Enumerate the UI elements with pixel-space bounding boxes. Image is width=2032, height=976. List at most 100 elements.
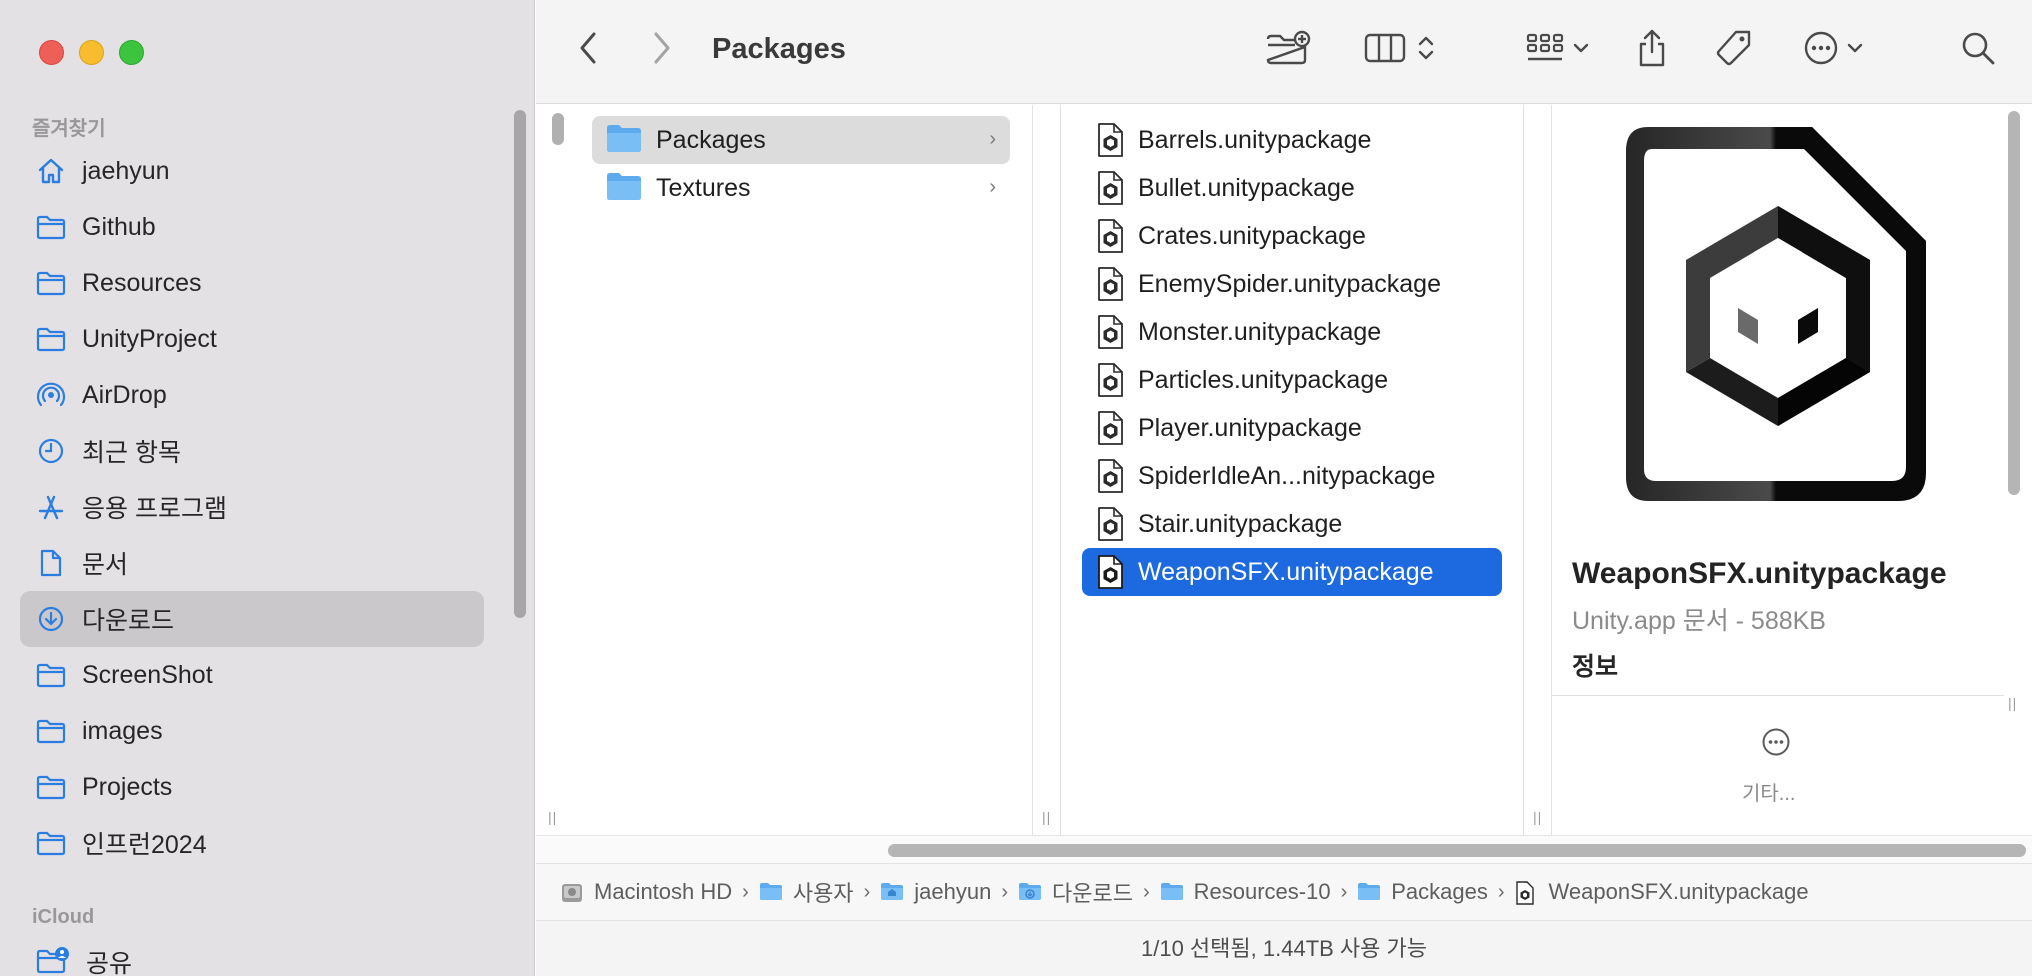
breadcrumb-separator: ›	[1001, 880, 1008, 903]
view-mode-button[interactable]	[1354, 30, 1444, 70]
file-row[interactable]: SpiderIdleAn...nitypackage	[1082, 452, 1502, 500]
file-name: Bullet.unitypackage	[1138, 173, 1355, 202]
airdrop-icon	[36, 380, 66, 410]
group-icon	[1525, 32, 1565, 69]
column-resize-grip[interactable]: ||	[548, 809, 557, 825]
unity-file-icon	[1096, 554, 1124, 590]
zoom-window-button[interactable]	[119, 40, 144, 65]
sidebar-item-jaehyun[interactable]: jaehyun	[20, 143, 484, 199]
file-row[interactable]: Player.unitypackage	[1082, 404, 1502, 452]
sidebar-item-unityproject[interactable]: UnityProject	[20, 311, 484, 367]
column-resize-grip[interactable]: ||	[1533, 809, 1542, 825]
sidebar-item-inflearn2024[interactable]: 인프런2024	[20, 815, 484, 871]
more-actions-icon	[1803, 30, 1839, 71]
file-row[interactable]: Barrels.unitypackage	[1082, 116, 1502, 164]
sidebar-item-airdrop[interactable]: AirDrop	[20, 367, 484, 423]
breadcrumb-item[interactable]: jaehyun	[880, 879, 991, 905]
column-1-scrollbar[interactable]	[552, 113, 564, 145]
breadcrumb-label: Macintosh HD	[594, 879, 733, 904]
new-folder-button[interactable]	[1264, 30, 1312, 70]
sidebar-item-recents[interactable]: 최근 항목	[20, 423, 484, 479]
column-divider[interactable]: ||	[1032, 105, 1061, 835]
sidebar-item-screenshot[interactable]: ScreenShot	[20, 647, 484, 703]
folder-icon	[1357, 881, 1381, 903]
folder-name: Packages	[656, 125, 766, 154]
sidebar-item-documents[interactable]: 문서	[20, 535, 484, 591]
close-window-button[interactable]	[39, 40, 64, 65]
column-2: Barrels.unitypackage Bullet.unitypackage C…	[1061, 105, 1523, 835]
file-row[interactable]: WeaponSFX.unitypackage	[1082, 548, 1502, 596]
disk-icon	[560, 881, 584, 903]
sidebar-item-label: UnityProject	[82, 324, 217, 353]
chevron-down-icon	[1847, 41, 1863, 59]
breadcrumb-label: 다운로드	[1051, 881, 1133, 906]
file-row[interactable]: Monster.unitypackage	[1082, 308, 1502, 356]
column-resize-grip[interactable]: ||	[2008, 695, 2017, 711]
file-row[interactable]: Stair.unitypackage	[1082, 500, 1502, 548]
breadcrumb-item[interactable]: 다운로드	[1018, 876, 1133, 908]
file-row[interactable]: Crates.unitypackage	[1082, 212, 1502, 260]
share-button[interactable]	[1634, 28, 1670, 72]
file-row[interactable]: EnemySpider.unitypackage	[1082, 260, 1502, 308]
more-actions-button[interactable]	[1798, 30, 1868, 70]
sidebar-item-label: Github	[82, 212, 156, 241]
folder-name: Textures	[656, 173, 751, 202]
sidebar-scrollbar[interactable]	[514, 110, 526, 618]
sidebar-item-applications[interactable]: 응용 프로그램	[20, 479, 484, 535]
folder-icon	[36, 772, 66, 802]
path-bar: Macintosh HD › 사용자 › jaehyun › 다운로드 › Resources-…	[536, 863, 2032, 920]
breadcrumb-item[interactable]: WeaponSFX.unitypackage	[1515, 879, 1809, 905]
clock-icon	[36, 436, 66, 466]
column-view-icon	[1363, 31, 1407, 70]
home-folder-icon	[880, 881, 904, 903]
file-name: EnemySpider.unitypackage	[1138, 269, 1441, 298]
breadcrumb-item[interactable]: Packages	[1357, 879, 1488, 905]
sidebar-item-label: Resources	[82, 268, 202, 297]
file-name: WeaponSFX.unitypackage	[1138, 557, 1434, 586]
sidebar-item-label: 인프런2024	[82, 831, 207, 859]
unity-file-icon	[1096, 122, 1124, 158]
file-name: Player.unitypackage	[1138, 413, 1362, 442]
download-icon	[36, 604, 66, 634]
preview-scrollbar[interactable]	[2008, 111, 2020, 495]
horizontal-scrollbar[interactable]	[536, 835, 2032, 863]
folder-row-packages[interactable]: Packages ›	[592, 116, 1010, 164]
back-button[interactable]	[574, 30, 602, 70]
sidebar-item-downloads[interactable]: 다운로드	[20, 591, 484, 647]
breadcrumb-separator: ›	[742, 880, 749, 903]
breadcrumb-label: Packages	[1391, 879, 1488, 904]
breadcrumb-item[interactable]: Macintosh HD	[560, 879, 732, 905]
horizontal-scroll-thumb[interactable]	[888, 844, 2026, 857]
sidebar-item-label: images	[82, 716, 163, 745]
column-divider[interactable]: ||	[1523, 105, 1552, 835]
home-icon	[36, 156, 66, 186]
folder-row-textures[interactable]: Textures ›	[592, 164, 1010, 212]
breadcrumb-label: jaehyun	[914, 879, 992, 904]
chevron-right-icon: ›	[989, 128, 996, 150]
favorites-list: jaehyun Github Resources UnityProject Ai…	[20, 143, 484, 871]
preview-title: WeaponSFX.unitypackage	[1572, 557, 1947, 590]
chevron-updown-icon	[1417, 33, 1435, 68]
sidebar-item-label: jaehyun	[82, 156, 170, 185]
column-resize-grip[interactable]: ||	[1042, 809, 1051, 825]
sidebar-item-projects[interactable]: Projects	[20, 759, 484, 815]
file-name: Particles.unitypackage	[1138, 365, 1389, 394]
file-name: Monster.unitypackage	[1138, 317, 1382, 346]
file-row[interactable]: Particles.unitypackage	[1082, 356, 1502, 404]
breadcrumb-item[interactable]: Resources-10	[1160, 879, 1331, 905]
sidebar-item-github[interactable]: Github	[20, 199, 484, 255]
sidebar-item-images[interactable]: images	[20, 703, 484, 759]
divider	[1552, 695, 2004, 696]
search-button[interactable]	[1958, 30, 1998, 70]
chevron-right-icon: ›	[989, 176, 996, 198]
breadcrumb-label: 사용자	[792, 881, 854, 906]
sidebar-item-shared[interactable]: 공유	[36, 944, 132, 976]
file-row[interactable]: Bullet.unitypackage	[1082, 164, 1502, 212]
forward-button[interactable]	[648, 30, 676, 70]
tag-button[interactable]	[1712, 28, 1756, 72]
minimize-window-button[interactable]	[79, 40, 104, 65]
sidebar-item-resources[interactable]: Resources	[20, 255, 484, 311]
group-button[interactable]	[1520, 30, 1594, 70]
breadcrumb-item[interactable]: 사용자	[759, 876, 854, 908]
folder-icon	[606, 123, 642, 158]
